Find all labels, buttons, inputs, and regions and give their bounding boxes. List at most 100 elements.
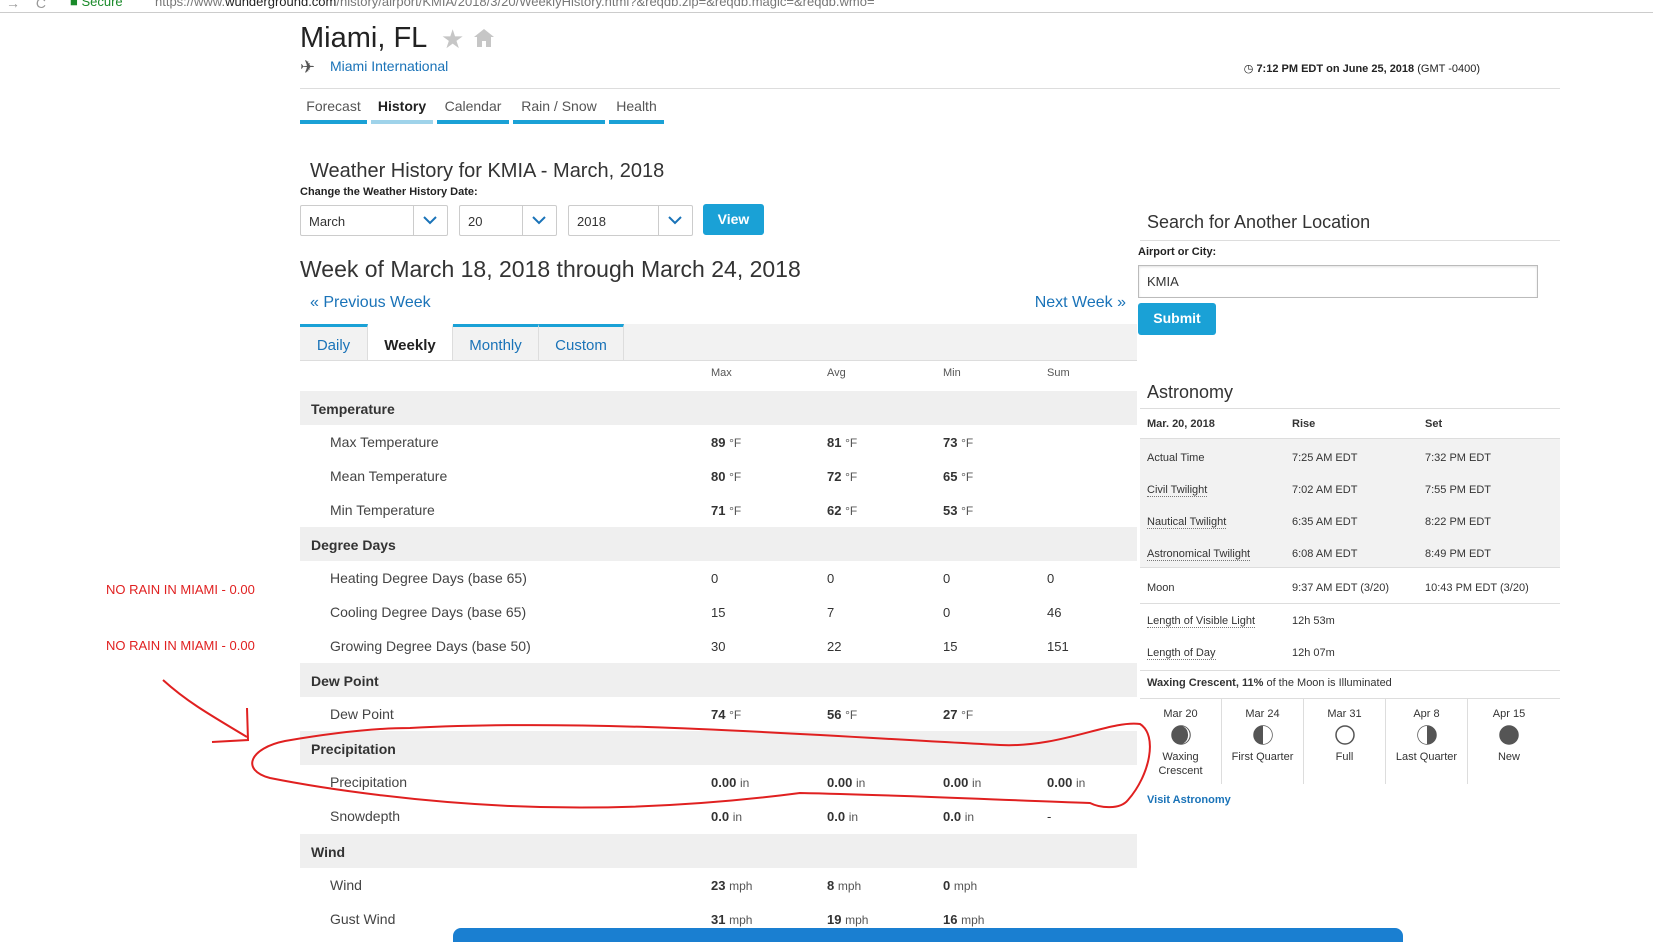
subtab-custom[interactable]: Custom [539, 324, 624, 360]
cell-min: 73 °F [943, 435, 974, 450]
row-label: Growing Degree Days (base 50) [330, 638, 531, 654]
airport-link[interactable]: Miami International [330, 58, 448, 74]
change-date-label: Change the Weather History Date: [300, 186, 478, 198]
tab-calendar[interactable]: Calendar [437, 96, 509, 124]
cell-avg: 0.0 in [827, 809, 859, 824]
astronomy-divider [1140, 408, 1560, 409]
page-title: Miami, FL [300, 22, 428, 54]
cell-avg: 0.00 in [827, 775, 866, 790]
day-length-value: 12h 07m [1292, 647, 1335, 659]
astronomy-date: Mar. 20, 2018 [1147, 418, 1215, 430]
row-label: Max Temperature [330, 434, 439, 450]
astro-row-label[interactable]: Civil Twilight [1147, 484, 1208, 497]
secure-label: ■ Secure [70, 0, 123, 9]
moon-phase: Mar 20 Waxing Crescent [1140, 698, 1222, 784]
day-select[interactable]: 20 [459, 205, 557, 236]
moon-label: Moon [1147, 582, 1175, 594]
subtab-monthly[interactable]: Monthly [453, 324, 539, 360]
chevron-down-icon [522, 206, 556, 235]
cell-max: 31 mph [711, 912, 753, 927]
chevron-down-icon [413, 206, 447, 235]
annotation-note: NO RAIN IN MIAMI - 0.00 [106, 582, 255, 597]
cell-avg: 56 °F [827, 707, 858, 722]
browser-url-bar[interactable]: → C ■ Secure https://www.wunderground.co… [0, 0, 1653, 13]
airport-city-label: Airport or City: [1138, 246, 1217, 258]
cell-min: 65 °F [943, 469, 974, 484]
cell-sum: 0.00 in [1047, 775, 1086, 790]
url-text[interactable]: https://www.wunderground.com/history/air… [155, 0, 875, 9]
cell-min: 0.0 in [943, 809, 975, 824]
tab-rain-snow[interactable]: Rain / Snow [513, 96, 605, 124]
row-label: Heating Degree Days (base 65) [330, 570, 527, 586]
astro-row-label[interactable]: Nautical Twilight [1147, 516, 1227, 529]
day-length-label[interactable]: Length of Day [1147, 647, 1216, 660]
last-quarter-icon [1417, 725, 1437, 745]
full-moon-icon [1335, 725, 1355, 745]
row-label: Mean Temperature [330, 468, 448, 484]
year-value: 2018 [577, 214, 606, 229]
visit-astronomy-link[interactable]: Visit Astronomy [1147, 794, 1231, 806]
view-button[interactable]: View [703, 204, 764, 235]
week-title: Week of March 18, 2018 through March 24,… [300, 256, 801, 282]
next-week-link[interactable]: Next Week » [1035, 294, 1126, 312]
history-title: Weather History for KMIA - March, 2018 [310, 160, 665, 182]
column-header-min: Min [943, 367, 961, 379]
submit-button[interactable]: Submit [1138, 303, 1216, 335]
month-select[interactable]: March [300, 205, 448, 236]
home-icon[interactable] [473, 27, 495, 49]
astronomy-rise-header: Rise [1292, 418, 1316, 430]
moon-phase: Mar 31 Full [1304, 698, 1386, 784]
browser-nav-icons[interactable]: → C [6, 0, 52, 11]
cell-sum: 0 [1047, 571, 1055, 586]
column-header-avg: Avg [827, 367, 846, 379]
moon-phase: Apr 15 New [1492, 708, 1526, 763]
tab-health[interactable]: Health [609, 96, 664, 124]
cell-max: 0 [711, 571, 719, 586]
cell-min: 53 °F [943, 503, 974, 518]
cell-min: 0 [943, 605, 951, 620]
tab-forecast[interactable]: Forecast [300, 96, 367, 124]
row-label: Wind [330, 877, 362, 893]
moon-phase: Apr 8 Last Quarter [1386, 698, 1468, 784]
cell-sum: - [1047, 809, 1052, 824]
cell-max: 0.0 in [711, 809, 743, 824]
bottom-banner[interactable] [453, 928, 1403, 942]
cell-sum: 46 [1047, 605, 1062, 620]
astro-row-label[interactable]: Astronomical Twilight [1147, 548, 1251, 561]
astronomy-title: Astronomy [1147, 382, 1234, 402]
previous-week-link[interactable]: « Previous Week [310, 294, 431, 312]
astro-rise-value: 6:08 AM EDT [1292, 548, 1358, 560]
year-select[interactable]: 2018 [568, 205, 693, 236]
cell-max: 74 °F [711, 707, 742, 722]
cell-avg: 0 [827, 571, 835, 586]
tab-history[interactable]: History [371, 96, 433, 124]
cell-avg: 7 [827, 605, 835, 620]
cell-min: 0 [943, 571, 951, 586]
month-value: March [309, 214, 346, 229]
astro-rise-value: 6:35 AM EDT [1292, 516, 1358, 528]
section-dew-point: Dew Point [300, 663, 1137, 697]
search-title: Search for Another Location [1147, 212, 1371, 232]
subtab-daily[interactable]: Daily [300, 324, 368, 360]
location-search-input[interactable] [1138, 265, 1538, 298]
cell-avg: 62 °F [827, 503, 858, 518]
astro-set-value: 7:55 PM EDT [1425, 484, 1492, 496]
chevron-down-icon [658, 206, 692, 235]
astro-divider [1140, 567, 1560, 568]
cell-min: 15 [943, 639, 958, 654]
subtab-weekly[interactable]: Weekly [368, 324, 453, 360]
moon-illumination: Waxing Crescent, 11% of the Moon is Illu… [1147, 677, 1392, 689]
row-label: Snowdepth [330, 808, 401, 824]
section-wind: Wind [300, 834, 1137, 868]
cell-min: 27 °F [943, 707, 974, 722]
favorite-star-icon[interactable]: ★ [441, 24, 464, 55]
cell-avg: 81 °F [827, 435, 858, 450]
astro-set-value: 7:32 PM EDT [1425, 452, 1492, 464]
cell-avg: 22 [827, 639, 842, 654]
annotation-arrow [162, 679, 248, 738]
visible-light-label[interactable]: Length of Visible Light [1147, 615, 1256, 628]
first-quarter-icon [1253, 725, 1273, 745]
row-label: Gust Wind [330, 911, 396, 927]
cell-max: 71 °F [711, 503, 742, 518]
airplane-icon: ✈ [300, 57, 316, 77]
